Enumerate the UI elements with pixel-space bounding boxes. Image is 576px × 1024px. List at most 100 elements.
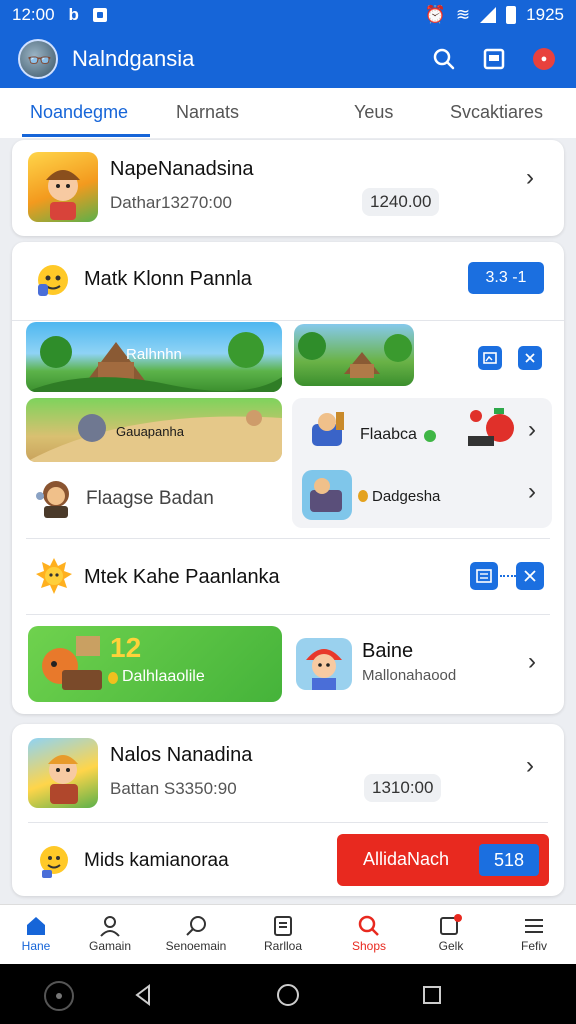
game-banner-1[interactable]: Ralhnhn [26, 322, 282, 392]
status-time: 12:00 [12, 5, 55, 24]
tab-noandegme[interactable]: Noandegme [30, 102, 128, 123]
shuffle-icon [524, 570, 536, 582]
item-subtitle: Mallonahaood [362, 667, 457, 684]
coin-icon [108, 672, 118, 684]
search-icon [186, 916, 206, 936]
search-icon [433, 48, 455, 70]
nav-gelk[interactable]: Gelk [413, 913, 489, 953]
list-icon [476, 569, 492, 583]
section-title: Matk Klonn Pannla [84, 268, 252, 290]
avatar[interactable] [18, 39, 58, 79]
tab-svcaktiares[interactable]: Svcaktiares [450, 102, 543, 123]
product-subtitle: Battan S3350:90 [110, 779, 237, 798]
game-banner-2[interactable] [294, 324, 414, 386]
notification-button[interactable]: ● [530, 45, 558, 73]
item-b-icon [302, 470, 352, 520]
divider [26, 538, 550, 539]
gallery-button[interactable] [478, 346, 502, 370]
person-icon [100, 916, 120, 937]
banner-1-label: Ralhnhn [126, 346, 182, 363]
nav-fefiv[interactable]: Fefiv [496, 913, 572, 953]
promo-banner[interactable]: 12 Dalhlaaolile [28, 626, 282, 702]
app-bar: Nalndgansia ● [0, 30, 576, 88]
list-button[interactable] [470, 562, 498, 590]
nav-rarlloa-label: Rarlloa [263, 939, 302, 953]
alarm-icon: ⏰ [424, 5, 446, 24]
battery-icon [506, 6, 517, 24]
divider [12, 320, 564, 321]
expand-icon [525, 353, 535, 363]
chevron-right-icon[interactable]: › [526, 164, 534, 192]
nav-senoemain-label: Senoemain [165, 939, 227, 953]
status-right-time: 1925 [526, 5, 564, 24]
nav-gamain[interactable]: Gamain [72, 913, 148, 953]
item-a-icon [302, 406, 352, 456]
fox-character-icon [42, 636, 102, 690]
price-badge: 1310:00 [364, 774, 442, 802]
coin-icon [358, 490, 368, 502]
bottom-navigation: Hane Gamain Senoemain Rarlloa Shops Gelk… [0, 904, 576, 964]
dotted-connector [500, 575, 516, 577]
nav-fefiv-label: Fefiv [520, 939, 547, 953]
chevron-right-icon[interactable]: › [528, 478, 536, 506]
window-button[interactable] [480, 45, 508, 73]
section-card: Matk Klonn Pannla 3.3 -1 Ralhnhn Gauapan… [12, 242, 564, 714]
red-button-value: 518 [479, 844, 539, 876]
shuffle-button[interactable] [516, 562, 544, 590]
red-button-label: AllidaNach [363, 849, 450, 869]
nav-home[interactable]: Hane [0, 913, 74, 953]
assistant-icon[interactable] [43, 980, 75, 1012]
tab-narnats[interactable]: Narnats [176, 102, 239, 123]
nav-gelk-label: Gelk [438, 939, 464, 953]
divider [28, 822, 548, 823]
expand-button[interactable] [518, 346, 542, 370]
signal-icon [480, 7, 497, 23]
back-icon[interactable] [133, 984, 155, 1006]
home-button-icon[interactable] [276, 983, 300, 1007]
gallery-icon [483, 352, 497, 364]
system-navigation-bar [0, 964, 576, 1024]
banner-3-label: Gauapanha [116, 424, 184, 439]
robot-icon [464, 406, 520, 458]
nav-shops[interactable]: Shops [331, 913, 407, 953]
search-button[interactable] [430, 45, 458, 73]
section-2-title: Mtek Kahe Paanlanka [84, 566, 280, 588]
chevron-right-icon[interactable]: › [526, 752, 534, 780]
product-card-1[interactable]: NapeNanadsina Dathar13270:00 1240.00 › [12, 140, 564, 236]
red-action-button[interactable]: AllidaNach 518 [337, 834, 549, 886]
wifi-icon: ≋ [455, 5, 471, 24]
row-label: Mids kamianoraa [84, 850, 229, 871]
notification-app-icon [92, 8, 107, 22]
active-tab-indicator [22, 134, 150, 137]
green-dot-icon [424, 430, 436, 442]
chat-icon [440, 914, 462, 935]
baine-icon [296, 638, 352, 690]
tab-yeus[interactable]: Yeus [354, 102, 393, 123]
recents-icon[interactable] [422, 985, 442, 1005]
nav-senoemain[interactable]: Senoemain [158, 913, 234, 953]
sun-icon [34, 556, 74, 596]
tab-bar: Noandegme Narnats Yeus Svcaktiares [0, 88, 576, 138]
promo-label: Dalhlaaolile [122, 668, 205, 685]
chevron-right-icon[interactable]: › [528, 416, 536, 444]
game-banner-3[interactable]: Gauapanha [26, 398, 282, 462]
price-badge: 1240.00 [362, 188, 440, 216]
product-card-2[interactable]: Nalos Nanadina Battan S3350:90 1310:00 ›… [12, 724, 564, 896]
status-bar: 12:00 b ⏰ ≋ 1925 [0, 0, 576, 30]
nav-home-label: Hane [21, 939, 51, 953]
shop-search-icon [358, 915, 379, 936]
item-b-label: Dadgesha [372, 488, 441, 505]
side-panel: Flaabca › Dadgesha › [292, 398, 552, 528]
home-icon [27, 917, 45, 935]
promo-number: 12 [110, 632, 142, 663]
row-label: Flaagse Badan [86, 488, 214, 509]
notification-badge: ● [533, 48, 555, 70]
chevron-right-icon[interactable]: › [528, 648, 536, 676]
item-a-label: Flaabca [360, 426, 417, 443]
divider [26, 614, 550, 615]
app-title: Nalndgansia [72, 46, 195, 71]
section-action-button[interactable]: 3.3 -1 [468, 262, 544, 294]
nav-rarlloa[interactable]: Rarlloa [245, 913, 321, 953]
row-character-icon [32, 474, 78, 520]
notification-b-icon: b [68, 5, 79, 24]
